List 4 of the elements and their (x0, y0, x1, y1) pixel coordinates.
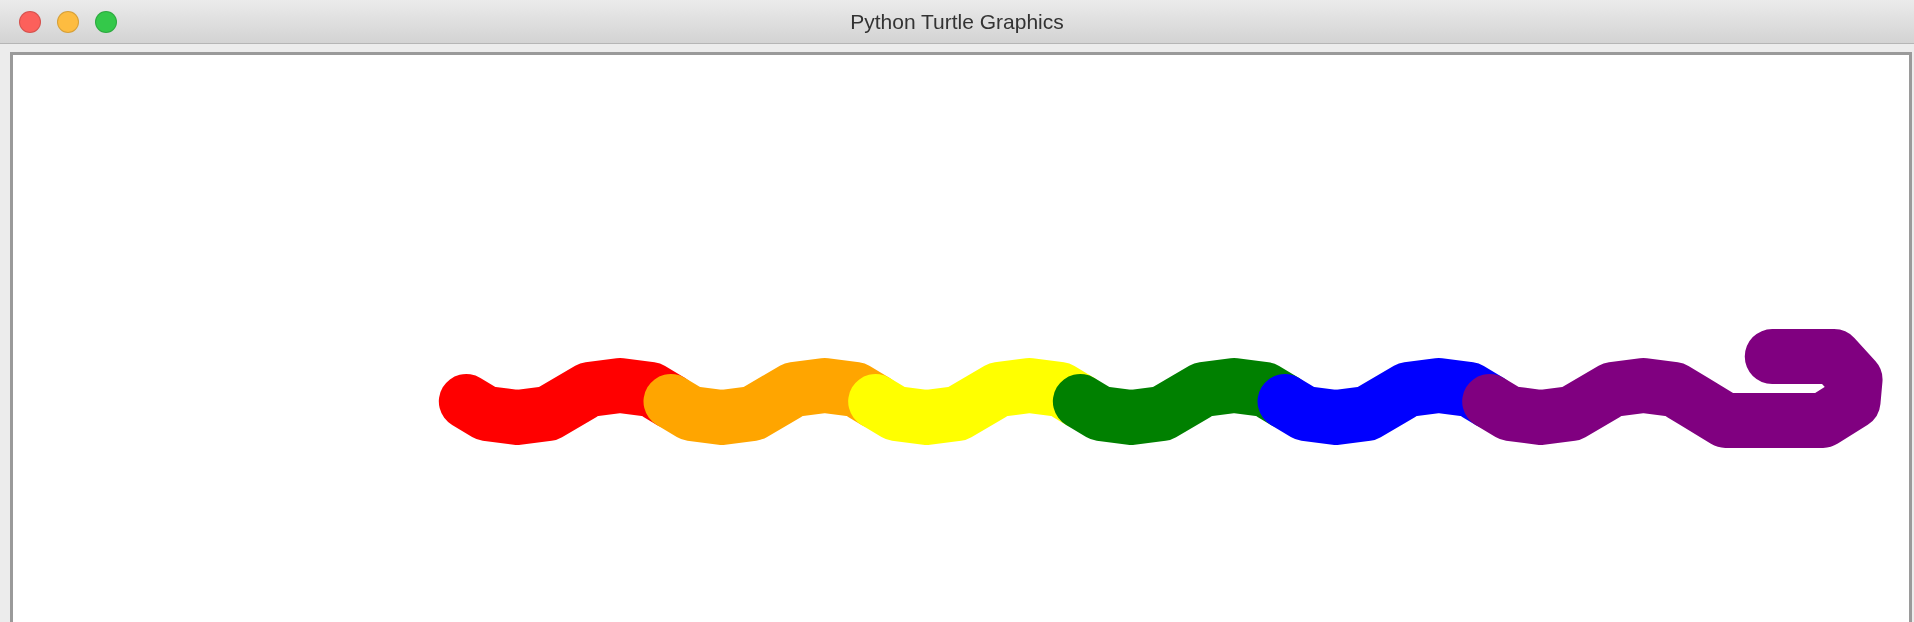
window-title: Python Turtle Graphics (850, 9, 1064, 35)
zoom-button[interactable] (95, 11, 117, 33)
close-button[interactable] (19, 11, 41, 33)
minimize-button[interactable] (57, 11, 79, 33)
